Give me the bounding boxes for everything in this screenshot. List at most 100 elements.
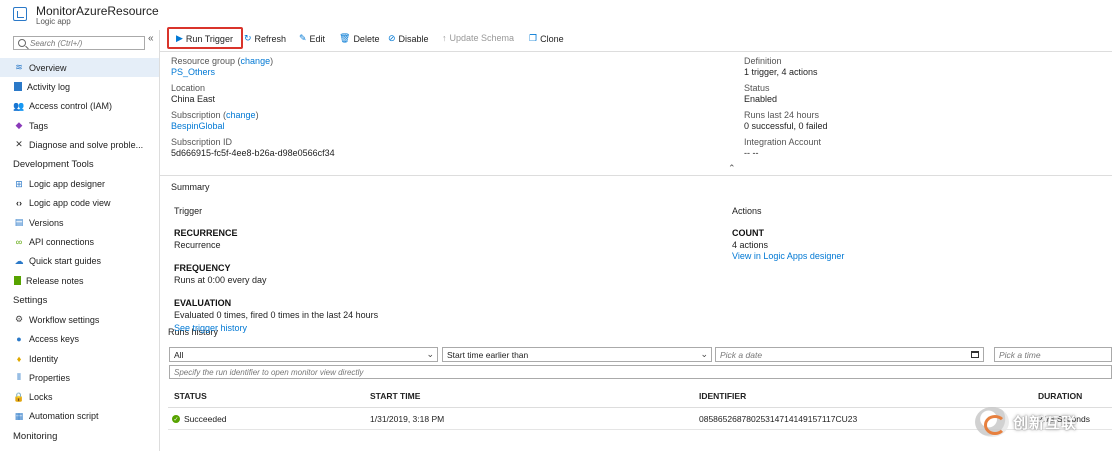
evaluation-value: Evaluated 0 times, fired 0 times in the … (174, 310, 379, 320)
play-icon: ▶ (176, 33, 183, 43)
notes-icon (14, 276, 21, 286)
search-input[interactable]: Search (Ctrl+/) (13, 36, 145, 50)
iam-icon: 👥 (13, 100, 25, 111)
resource-group-value[interactable]: PS_Others (171, 67, 335, 78)
sidebar: Search (Ctrl+/) « ≋ Overview Activity lo… (0, 30, 160, 451)
sidebar-item-workflow-settings[interactable]: ⚙ Workflow settings (0, 310, 159, 329)
sidebar-item-label: Access keys (29, 334, 80, 345)
overview-icon: ≋ (15, 62, 23, 73)
run-status-cell[interactable]: ✓ Succeeded (172, 414, 227, 424)
recurrence-heading: RECURRENCE (174, 228, 238, 238)
disable-label: Disable (398, 33, 429, 44)
update-schema-button[interactable]: ↑ Update Schema (442, 33, 514, 43)
sidebar-item-iam[interactable]: 👥 Access control (IAM) (0, 97, 159, 116)
frequency-value: Runs at 0:00 every day (174, 275, 267, 285)
change-resource-group-link[interactable]: change (241, 56, 271, 66)
sidebar-item-identity[interactable]: ♦ Identity (0, 349, 159, 368)
status-filter-value: All (174, 349, 184, 360)
sidebar-item-label: Quick start guides (29, 256, 102, 267)
run-start-time-cell[interactable]: 1/31/2019, 3:18 PM (370, 414, 444, 424)
status-value: Enabled (744, 94, 778, 104)
location-value: China East (171, 94, 216, 104)
sidebar-item-diagnose[interactable]: ✕ Diagnose and solve proble... (0, 135, 159, 154)
collapse-sidebar-button[interactable]: « (148, 33, 154, 44)
run-identifier-placeholder: Specify the run identifier to open monit… (174, 367, 364, 377)
actions-label: Actions (732, 206, 762, 216)
sidebar-item-activity-log[interactable]: Activity log (0, 77, 159, 96)
clone-icon: ❐ (529, 33, 538, 43)
refresh-icon: ↻ (244, 33, 252, 43)
count-heading: COUNT (732, 228, 764, 238)
status-filter-select[interactable]: All ⌄ (169, 347, 438, 362)
code-icon: ‹› (16, 198, 22, 209)
column-header-duration[interactable]: DURATION (1038, 391, 1082, 401)
time-filter-value: Start time earlier than (447, 349, 529, 360)
sidebar-item-automation-script[interactable]: ▦ Automation script (0, 407, 159, 426)
trash-icon: 🗑 (339, 33, 351, 43)
update-schema-label: Update Schema (449, 33, 515, 43)
sidebar-item-label: API connections (29, 237, 95, 248)
clone-button[interactable]: ❐ Clone (529, 33, 564, 44)
delete-label: Delete (353, 33, 380, 44)
subscription-id-label: Subscription ID (171, 137, 233, 147)
sidebar-item-logic-app-designer[interactable]: ⊞ Logic app designer (0, 174, 159, 193)
logic-app-icon (13, 7, 27, 21)
time-picker-input[interactable]: Pick a time (994, 347, 1112, 362)
time-filter-select[interactable]: Start time earlier than ⌄ (442, 347, 712, 362)
designer-icon: ⊞ (15, 178, 23, 189)
sidebar-item-label: Release notes (26, 275, 84, 286)
refresh-label: Refresh (254, 33, 287, 44)
essentials-panel: Resource group (change) PS_Others Locati… (160, 53, 1112, 174)
view-in-designer-link[interactable]: View in Logic Apps designer (732, 251, 1032, 261)
essentials-right: Definition 1 trigger, 4 actions Status E… (744, 56, 828, 164)
trigger-summary: Trigger RECURRENCE Recurrence FREQUENCY … (174, 206, 574, 333)
run-trigger-label: Run Trigger (185, 33, 233, 44)
subscription-value[interactable]: BespinGlobal (171, 121, 335, 132)
sidebar-item-quick-start[interactable]: ☁ Quick start guides (0, 252, 159, 271)
summary-panel: Summary Trigger RECURRENCE Recurrence FR… (160, 176, 1112, 326)
run-identifier-cell[interactable]: 08586526878025314714149157117CU23 (699, 414, 857, 424)
sidebar-item-release-notes[interactable]: Release notes (0, 271, 159, 290)
delete-button[interactable]: 🗑 Delete (339, 33, 379, 44)
script-icon: ▦ (14, 410, 24, 421)
see-trigger-history-link[interactable]: See trigger history (174, 323, 247, 333)
sidebar-item-label: Logic app designer (29, 179, 106, 190)
resource-group-label-text: Resource group (171, 56, 236, 66)
sidebar-item-api-connections[interactable]: ∞ API connections (0, 232, 159, 251)
column-header-status[interactable]: STATUS (174, 391, 207, 401)
subscription-label-text: Subscription (171, 110, 221, 120)
column-header-identifier[interactable]: IDENTIFIER (699, 391, 746, 401)
runs-last-24h-label: Runs last 24 hours (744, 110, 820, 120)
run-trigger-button[interactable]: ▶ Run Trigger (176, 33, 233, 44)
sidebar-item-versions[interactable]: ▤ Versions (0, 213, 159, 232)
subscription-id-value: 5d666915-fc5f-4ee8-b26a-d98e0566cf34 (171, 148, 335, 158)
resource-group-label: Resource group (change) (171, 56, 274, 66)
sidebar-item-properties[interactable]: ⦀ Properties (0, 368, 159, 387)
trigger-label: Trigger (174, 206, 203, 216)
column-header-start-time[interactable]: START TIME (370, 391, 420, 401)
run-identifier-input[interactable]: Specify the run identifier to open monit… (169, 365, 1112, 379)
success-check-icon: ✓ (172, 415, 180, 423)
integration-account-label: Integration Account (744, 137, 822, 147)
command-bar: ▶ Run Trigger ↻ Refresh ✎ Edit 🗑 Delete … (160, 27, 1112, 52)
versions-icon: ▤ (14, 217, 24, 228)
calendar-icon[interactable] (971, 351, 979, 358)
collapse-essentials-icon[interactable]: ⌃ (728, 163, 736, 174)
change-subscription-link[interactable]: change (226, 110, 256, 120)
disable-button[interactable]: ⊘ Disable (388, 33, 429, 44)
refresh-button[interactable]: ↻ Refresh (244, 33, 286, 44)
watermark-text: 创新互联 (1013, 414, 1078, 432)
link-icon: ∞ (15, 237, 23, 248)
sidebar-item-code-view[interactable]: ‹› Logic app code view (0, 194, 159, 213)
sidebar-item-tags[interactable]: ◆ Tags (0, 116, 159, 135)
date-picker-input[interactable]: Pick a date (715, 347, 984, 362)
sidebar-item-access-keys[interactable]: ● Access keys (0, 330, 159, 349)
count-value: 4 actions (732, 240, 769, 250)
sidebar-item-locks[interactable]: 🔒 Locks (0, 387, 159, 406)
sidebar-item-overview[interactable]: ≋ Overview (0, 58, 159, 78)
search-icon (18, 39, 26, 47)
edit-button[interactable]: ✎ Edit (299, 33, 325, 44)
wrench-icon: ✕ (15, 139, 23, 150)
section-settings: Settings (13, 294, 48, 306)
frequency-heading: FREQUENCY (174, 263, 231, 273)
